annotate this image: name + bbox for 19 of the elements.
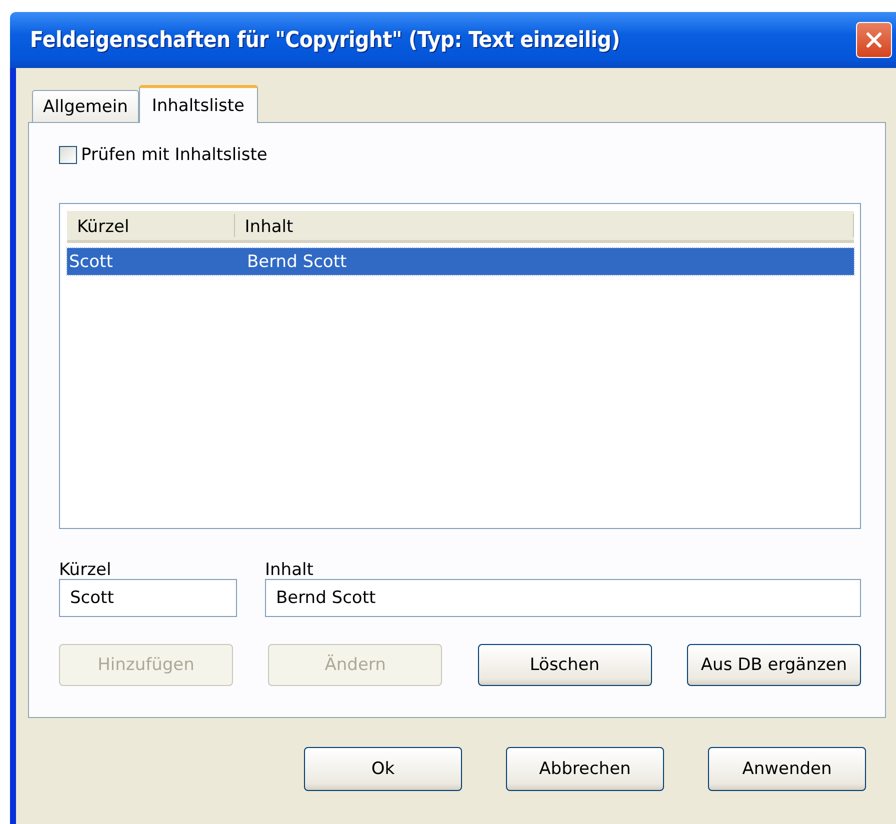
input-field[interactable]: Scott (59, 579, 237, 617)
tab[interactable]: Inhaltsliste (138, 85, 258, 123)
close-icon (864, 30, 884, 50)
column-header[interactable]: Kürzel (67, 214, 235, 237)
checkbox[interactable] (59, 146, 77, 164)
field-label: Inhalt (265, 561, 314, 579)
button[interactable]: Anwenden (708, 747, 866, 791)
button[interactable]: Aus DB ergänzen (686, 644, 861, 686)
tab[interactable]: Allgemein (32, 90, 139, 122)
button[interactable]: Abbrechen (506, 747, 664, 791)
checkbox-label: Prüfen mit Inhaltsliste (81, 145, 268, 165)
button[interactable]: Löschen (478, 644, 652, 686)
button[interactable]: Ok (304, 747, 462, 791)
window-title: Feldeigenschaften für "Copyright" (Typ: Text einzeilig) (30, 28, 620, 52)
column-header[interactable]: Inhalt (234, 214, 854, 237)
list-row[interactable]: Scott Bernd Scott (67, 248, 854, 275)
input-field[interactable]: Bernd Scott (265, 579, 861, 617)
field-label: Kürzel (59, 561, 112, 579)
close-button[interactable] (856, 22, 892, 58)
